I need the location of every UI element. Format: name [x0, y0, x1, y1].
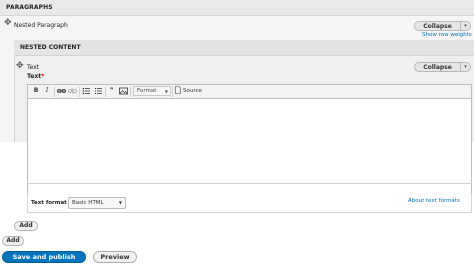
collapse-button-label: Collapse [423, 64, 452, 71]
paragraphs-header: PARAGRAPHS [0, 0, 474, 16]
format-dropdown-label: Format [137, 88, 157, 94]
image-icon[interactable] [119, 86, 128, 96]
format-dropdown[interactable]: Format ▼ [133, 86, 171, 96]
paragraphs-header-title: PARAGRAPHS [6, 4, 53, 11]
toolbar-separator [130, 87, 131, 97]
about-text-formats-link[interactable]: About text formats [408, 198, 460, 204]
toolbar-separator [105, 87, 106, 97]
preview-button[interactable]: Preview [93, 251, 137, 263]
link-icon[interactable] [57, 86, 66, 96]
toolbar-separator [172, 87, 173, 97]
chevron-down-icon[interactable]: ▾ [460, 22, 470, 30]
drag-handle-icon[interactable]: ✥ [4, 19, 12, 28]
bold-button[interactable]: B [31, 85, 41, 97]
drag-handle-icon[interactable]: ✥ [16, 62, 24, 71]
source-button[interactable]: Source [175, 86, 202, 96]
add-paragraph-button[interactable]: Add [2, 236, 24, 246]
italic-button[interactable]: I [42, 85, 52, 97]
paragraph-item-label: Nested Paragraph [14, 22, 68, 29]
show-row-weights-link[interactable]: Show row weights [422, 32, 472, 38]
text-format-label: Text format [31, 200, 67, 206]
chevron-down-icon: ▼ [118, 200, 122, 205]
bulleted-list-icon[interactable] [82, 86, 91, 96]
toolbar-separator [54, 87, 55, 97]
text-field-label: Text* [27, 73, 44, 80]
text-format-select[interactable]: Basic HTML ▼ [68, 197, 126, 209]
add-nested-button[interactable]: Add [14, 221, 38, 231]
nested-content-header: NESTED CONTENT [14, 40, 474, 56]
source-icon [175, 86, 181, 96]
unlink-icon[interactable] [68, 86, 77, 96]
toolbar-separator [79, 87, 80, 97]
collapse-button[interactable]: Collapse ▾ [414, 21, 471, 31]
numbered-list-icon[interactable] [94, 86, 103, 96]
save-and-publish-button[interactable]: Save and publish [2, 251, 86, 263]
required-mark: * [41, 73, 45, 80]
editor-divider [27, 183, 472, 184]
collapse-button[interactable]: Collapse ▾ [414, 62, 471, 72]
source-label: Source [183, 88, 202, 94]
nested-item-label: Text [27, 64, 40, 71]
collapse-button-label: Collapse [423, 23, 452, 30]
chevron-down-icon: ▼ [164, 89, 168, 94]
text-format-value: Basic HTML [72, 200, 104, 206]
chevron-down-icon[interactable]: ▾ [460, 63, 470, 71]
text-field-label-text: Text [27, 73, 42, 80]
blockquote-button[interactable]: ❞ [107, 85, 116, 97]
nested-content-title: NESTED CONTENT [20, 44, 81, 51]
